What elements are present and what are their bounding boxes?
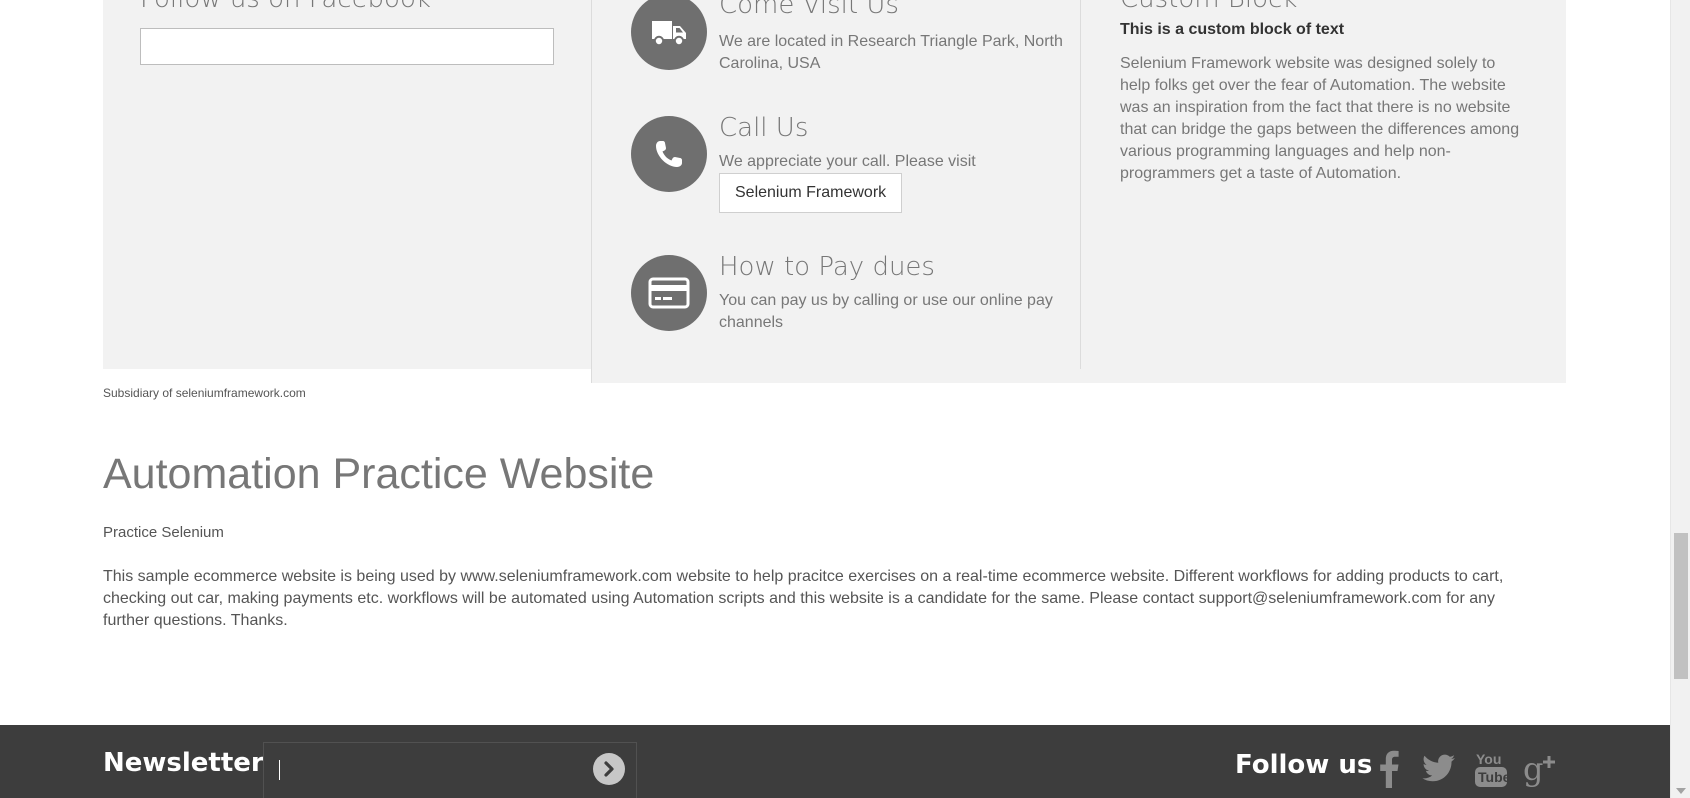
credit-card-icon — [631, 255, 707, 331]
newsletter-title: Newsletter — [103, 748, 264, 778]
facebook-widget-frame[interactable] — [140, 28, 554, 65]
info-text-visit: We are located in Research Triangle Park… — [719, 33, 1063, 72]
page-description: This sample ecommerce website is being u… — [103, 568, 1504, 629]
page-title: Automation Practice Website — [103, 450, 655, 498]
facebook-block-title: Follow us on Facebook — [140, 0, 431, 14]
custom-block-title: Custom Block — [1120, 0, 1297, 14]
google-plus-icon[interactable]: g — [1523, 749, 1559, 789]
info-text-pay: You can pay us by calling or use our onl… — [719, 292, 1053, 331]
info-text-call: We appreciate your call. Please visit — [719, 153, 976, 170]
newsletter-bar: Newsletter Follow us You Tube g — [0, 725, 1670, 798]
svg-text:g: g — [1523, 750, 1543, 788]
svg-text:Tube: Tube — [1478, 769, 1507, 785]
text-caret — [279, 760, 280, 780]
svg-text:You: You — [1476, 751, 1501, 767]
truck-icon — [631, 0, 707, 70]
info-heading-call: Call Us — [719, 113, 809, 143]
selenium-framework-button[interactable]: Selenium Framework — [719, 173, 903, 213]
page-scrollbar[interactable] — [1670, 0, 1690, 798]
newsletter-email-input[interactable] — [263, 742, 637, 798]
footer-blocks: Follow us on Facebook Come Visit Us We a… — [103, 0, 1566, 383]
follow-us-title: Follow us — [1235, 750, 1373, 780]
page-subtitle: Practice Selenium — [103, 524, 224, 541]
phone-icon — [631, 116, 707, 192]
facebook-block: Follow us on Facebook — [103, 0, 591, 369]
twitter-icon[interactable] — [1422, 749, 1456, 789]
info-heading-visit: Come Visit Us — [719, 0, 899, 20]
column-divider — [1080, 0, 1081, 369]
scroll-down-arrow-icon[interactable] — [1676, 788, 1686, 794]
page-viewport: Follow us on Facebook Come Visit Us We a… — [0, 0, 1670, 798]
custom-block-subtitle: This is a custom block of text — [1120, 21, 1345, 38]
chevron-right-circle-icon[interactable] — [593, 753, 625, 785]
facebook-icon[interactable] — [1378, 749, 1400, 789]
subsidiary-text: Subsidiary of seleniumframework.com — [103, 386, 306, 400]
custom-block-text: Selenium Framework website was designed … — [1120, 55, 1520, 182]
info-heading-pay: How to Pay dues — [719, 252, 935, 282]
scrollbar-thumb[interactable] — [1674, 533, 1688, 679]
youtube-icon[interactable]: You Tube — [1475, 749, 1507, 789]
store-info-block: Come Visit Us We are located in Research… — [591, 0, 1566, 383]
